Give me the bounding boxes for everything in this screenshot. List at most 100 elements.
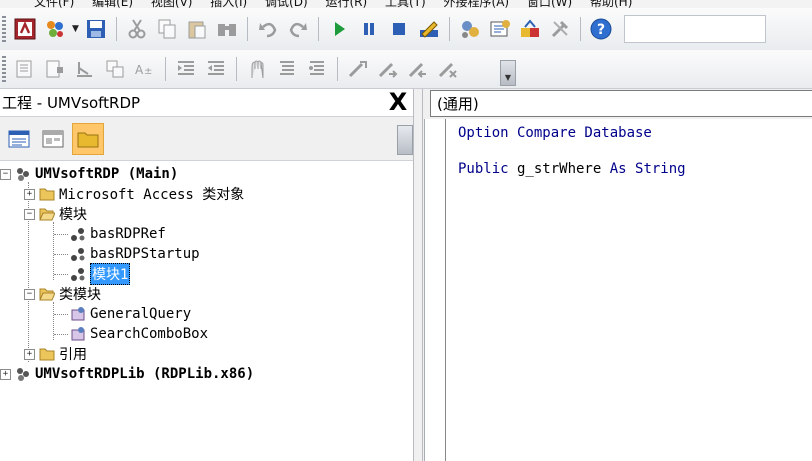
open-folder-icon — [39, 286, 55, 302]
break-icon[interactable] — [358, 18, 380, 40]
project-tree: − UMVsoftRDP (Main) + Microsoft Access 类… — [0, 161, 413, 461]
menu-help[interactable]: 帮助(H) — [590, 0, 632, 8]
tree-item-module[interactable]: basRDPRef — [70, 224, 166, 244]
tree-item-label: basRDPRef — [90, 226, 166, 242]
module-icon — [70, 226, 86, 242]
toolbar-options-chevron[interactable]: ▼ — [500, 60, 516, 86]
menu-tools[interactable]: 工具(T) — [385, 0, 426, 8]
toolbar-separator — [317, 17, 319, 41]
view-code-button[interactable] — [4, 124, 34, 154]
collapse-icon[interactable]: − — [24, 288, 35, 300]
project-explorer-icon[interactable] — [459, 18, 481, 40]
toolbar-grip[interactable] — [2, 56, 6, 82]
class-module-icon — [70, 326, 86, 342]
toggle-folders-button[interactable] — [72, 122, 104, 155]
complete-word-icon[interactable]: A ± — [134, 58, 156, 80]
tree-item-module-selected[interactable]: 模块1 — [70, 263, 131, 285]
list-properties-icon[interactable] — [14, 58, 36, 80]
previous-bookmark-icon[interactable] — [407, 58, 429, 80]
indent-icon[interactable] — [175, 58, 197, 80]
clear-bookmarks-icon[interactable] — [437, 58, 459, 80]
code-line: Option Compare Database — [458, 125, 652, 141]
menu-insert[interactable]: 插入(I) — [210, 0, 247, 8]
toolbar-grip[interactable] — [2, 16, 6, 42]
object-combo[interactable]: (通用) — [430, 90, 812, 117]
cut-icon[interactable] — [126, 18, 148, 40]
tree-item-class-module[interactable]: GeneralQuery — [70, 304, 191, 324]
indicator-margin[interactable] — [425, 119, 446, 461]
collapse-icon[interactable]: − — [24, 208, 35, 220]
svg-text:?: ? — [597, 22, 605, 38]
code-editor[interactable]: Option Compare Database Public g_strWher… — [424, 119, 812, 461]
svg-text:±: ± — [144, 66, 152, 77]
paste-icon[interactable] — [186, 18, 208, 40]
access-icon[interactable] — [14, 18, 36, 40]
design-mode-icon[interactable] — [418, 18, 440, 40]
next-bookmark-icon[interactable] — [377, 58, 399, 80]
outdent-icon[interactable] — [205, 58, 227, 80]
find-icon[interactable] — [216, 18, 238, 40]
code-identifier: g_strWhere — [508, 161, 610, 177]
toolbox-icon[interactable] — [549, 18, 571, 40]
class-module-icon — [70, 306, 86, 322]
project-icon — [15, 166, 31, 182]
object-browser-icon[interactable] — [519, 18, 541, 40]
toolbar-separator — [579, 17, 581, 41]
module-icon — [70, 246, 86, 262]
tree-item-label: basRDPStartup — [90, 246, 200, 262]
help-search-box[interactable] — [623, 15, 766, 43]
menu-view[interactable]: 视图(V) — [151, 0, 193, 8]
comment-block-icon[interactable] — [276, 58, 298, 80]
tree-item-class-module[interactable]: SearchComboBox — [70, 324, 208, 344]
expand-icon[interactable]: + — [0, 368, 11, 380]
menu-window[interactable]: 窗口(W) — [527, 0, 572, 8]
undo-icon[interactable] — [257, 18, 279, 40]
toggle-bookmark-icon[interactable] — [347, 58, 369, 80]
close-button[interactable]: X — [385, 89, 411, 115]
tree-guide-line — [54, 274, 68, 275]
run-icon[interactable] — [328, 18, 350, 40]
menu-debug[interactable]: 调试(D) — [265, 0, 308, 8]
toggle-breakpoint-icon[interactable] — [246, 58, 268, 80]
properties-icon[interactable] — [489, 18, 511, 40]
view-object-button[interactable] — [38, 124, 68, 154]
tree-item-label: Microsoft Access 类对象 — [59, 187, 245, 203]
expand-icon[interactable]: + — [24, 348, 35, 360]
tree-item-modules-folder[interactable]: − 模块 — [24, 204, 87, 224]
open-folder-icon — [39, 206, 55, 222]
pane-splitter[interactable] — [413, 89, 423, 461]
copy-icon[interactable] — [156, 18, 178, 40]
tree-guide-line — [54, 334, 68, 335]
tree-item-module[interactable]: basRDPStartup — [70, 244, 200, 264]
toolbar-separator — [246, 17, 248, 41]
project-explorer-toolbar — [0, 117, 413, 161]
menu-bar: 文件(F) 编辑(E) 视图(V) 插入(I) 调试(D) 运行(R) 工具(T… — [0, 0, 812, 8]
collapse-icon[interactable]: − — [0, 168, 11, 180]
menu-addins[interactable]: 外接程序(A) — [444, 0, 510, 8]
tree-item-project-main[interactable]: − UMVsoftRDP (Main) — [0, 164, 178, 184]
list-constants-icon[interactable] — [44, 58, 66, 80]
quick-info-icon[interactable] — [74, 58, 96, 80]
help-icon[interactable]: ? — [590, 18, 612, 40]
tree-item-label: UMVsoftRDP (Main) — [35, 166, 179, 182]
menu-run[interactable]: 运行(R) — [325, 0, 367, 8]
toolbar-separator — [448, 17, 450, 41]
chevron-down-icon[interactable]: ▼ — [72, 24, 79, 34]
tree-item-label: GeneralQuery — [90, 306, 192, 322]
tree-item-project-lib[interactable]: + UMVsoftRDPLib (RDPLib.x86) — [0, 364, 254, 384]
toolbar-options-chevron[interactable] — [397, 125, 413, 155]
menu-file[interactable]: 文件(F) — [34, 0, 74, 8]
insert-module-icon[interactable] — [44, 18, 66, 40]
tree-item-references-folder[interactable]: + 引用 — [24, 344, 87, 364]
code-keyword: Public — [458, 161, 509, 177]
redo-icon[interactable] — [287, 18, 309, 40]
uncomment-block-icon[interactable] — [306, 58, 328, 80]
save-icon[interactable] — [85, 18, 107, 40]
tree-item-label: 模块 — [59, 207, 87, 223]
reset-icon[interactable] — [388, 18, 410, 40]
tree-item-access-objects[interactable]: + Microsoft Access 类对象 — [24, 184, 244, 204]
parameter-info-icon[interactable] — [104, 58, 126, 80]
menu-edit[interactable]: 编辑(E) — [92, 0, 133, 8]
expand-icon[interactable]: + — [24, 188, 35, 200]
tree-item-class-modules-folder[interactable]: − 类模块 — [24, 284, 101, 304]
